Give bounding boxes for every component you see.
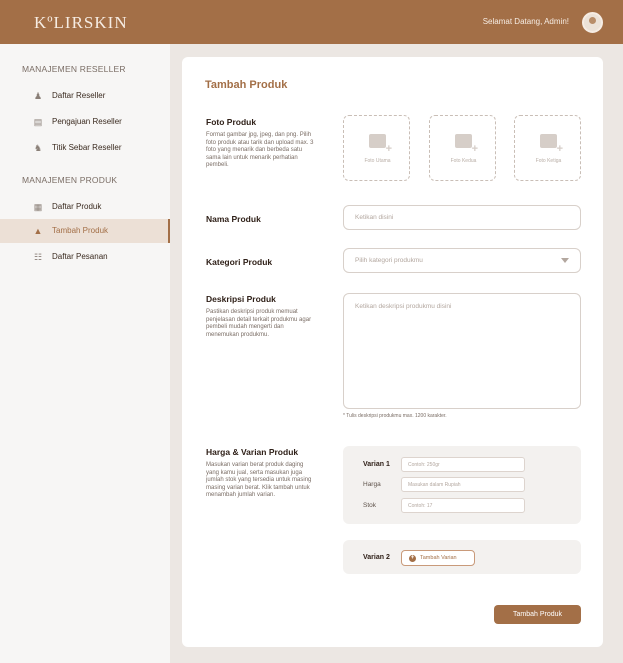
welcome-text: Selamat Datang, Admin! (482, 17, 569, 26)
textarea-placeholder: Ketikan deskripsi produkmu disini (355, 303, 452, 310)
description-help: Pastikan deskripsi produk memuat penjela… (206, 309, 312, 338)
submit-product-button[interactable]: Tambah Produk (494, 605, 581, 624)
sidebar-item-label: Daftar Produk (52, 202, 102, 211)
photo-slot-label: Foto Kedua (450, 158, 477, 164)
sidebar-item-titik-sebar-reseller[interactable]: ♞ Titik Sebar Reseller (0, 136, 170, 160)
variant-1-box: Varian 1 Contoh: 250gr Harga Masukan dal… (343, 446, 581, 524)
variant-2-title: Varian 2 (363, 554, 390, 561)
grid-icon: ▦ (33, 202, 43, 212)
sidebar-item-pengajuan-reseller[interactable]: ▤ Pengajuan Reseller (0, 110, 170, 134)
sidebar-item-label: Daftar Reseller (52, 91, 106, 100)
sidebar-item-label: Titik Sebar Reseller (52, 143, 122, 152)
group-icon: ♞ (33, 143, 43, 153)
plus-circle-icon: + (409, 555, 416, 562)
list-icon: ☷ (33, 252, 43, 262)
input-placeholder: Contoh: 250gr (408, 462, 440, 468)
sidebar-item-tambah-produk[interactable]: ▲ Tambah Produk (0, 219, 170, 243)
input-placeholder: Contoh: 17 (408, 503, 433, 509)
sidebar: MANAJEMEN RESELLER ♟ Daftar Reseller ▤ P… (0, 44, 170, 663)
variant-1-weight-input[interactable]: Contoh: 250gr (401, 457, 525, 472)
add-image-icon (369, 134, 392, 155)
variant-2-box: Varian 2 + Tambah Varian (343, 540, 581, 574)
photo-upload-second[interactable]: Foto Kedua (429, 115, 496, 181)
stock-label: Stok (363, 502, 377, 509)
chevron-down-icon (561, 258, 569, 263)
select-placeholder: Pilih kategori produkmu (355, 257, 423, 264)
description-char-limit: * Tulis deskripsi produkmu max. 1200 kar… (343, 413, 447, 419)
sidebar-item-daftar-reseller[interactable]: ♟ Daftar Reseller (0, 84, 170, 108)
photo-description: Format gambar jpg, jpeg, dan png. Pilih … (206, 132, 314, 169)
variants-description: Masukan varian berat produk daging yang … (206, 462, 312, 499)
person-icon: ♟ (33, 91, 43, 101)
category-select[interactable]: Pilih kategori produkmu (343, 248, 581, 273)
product-form-card: Tambah Produk Foto Produk Format gambar … (182, 57, 603, 647)
input-placeholder: Ketikan disini (355, 214, 394, 221)
category-label: Kategori Produk (206, 257, 273, 267)
sidebar-item-label: Tambah Produk (52, 226, 109, 235)
variant-1-title: Varian 1 (363, 461, 390, 468)
add-image-icon (540, 134, 563, 155)
photo-label: Foto Produk (206, 117, 257, 127)
page-title: Tambah Produk (205, 79, 288, 91)
sidebar-item-label: Daftar Pesanan (52, 252, 108, 261)
photo-upload-third[interactable]: Foto Ketiga (514, 115, 581, 181)
price-label: Harga (363, 481, 381, 488)
add-variant-label: Tambah Varian (420, 555, 457, 561)
avatar[interactable] (582, 12, 603, 33)
sidebar-item-daftar-produk[interactable]: ▦ Daftar Produk (0, 195, 170, 219)
document-icon: ▤ (33, 117, 43, 127)
add-variant-button[interactable]: + Tambah Varian (401, 550, 475, 566)
variant-1-stock-input[interactable]: Contoh: 17 (401, 498, 525, 513)
variants-label: Harga & Varian Produk (206, 447, 299, 457)
sidebar-item-label: Pengajuan Reseller (52, 117, 122, 126)
photo-slot-label: Foto Ketiga (535, 158, 562, 164)
sidebar-item-daftar-pesanan[interactable]: ☷ Daftar Pesanan (0, 245, 170, 269)
photo-slot-label: Foto Utama (364, 158, 391, 164)
description-textarea[interactable]: Ketikan deskripsi produkmu disini (343, 293, 581, 409)
photo-upload-main[interactable]: Foto Utama (343, 115, 410, 181)
top-bar: KºLIRSKIN Selamat Datang, Admin! (0, 0, 623, 44)
product-name-input[interactable]: Ketikan disini (343, 205, 581, 230)
description-label: Deskripsi Produk (206, 294, 276, 304)
add-image-icon (455, 134, 478, 155)
bag-icon: ▲ (33, 226, 43, 236)
sidebar-section-produk: MANAJEMEN PRODUK (22, 175, 118, 185)
variant-1-price-input[interactable]: Masukan dalam Rupiah (401, 477, 525, 492)
sidebar-section-reseller: MANAJEMEN RESELLER (22, 64, 126, 74)
input-placeholder: Masukan dalam Rupiah (408, 482, 461, 488)
app-logo[interactable]: KºLIRSKIN (34, 13, 128, 33)
product-name-label: Nama Produk (206, 214, 261, 224)
